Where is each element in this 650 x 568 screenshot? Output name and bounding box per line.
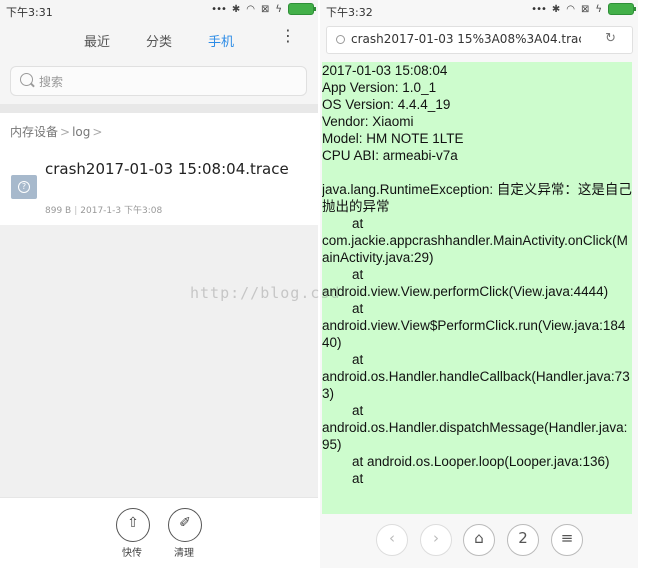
tabs-button[interactable]: 2 [507,524,539,556]
file-size: 899 B [45,206,72,216]
file-meta: 899 B | 2017-1-3 下午3:08 [45,206,163,216]
page-info-icon[interactable] [336,35,345,44]
tab-count: 2 [518,529,528,547]
menu-button[interactable]: ≡ [551,524,583,556]
menu-icon: ≡ [560,529,574,547]
battery-icon [608,3,636,15]
home-icon: ⌂ [474,529,484,547]
status-icons: ••• ✱ ◠ ⊠ ϟ [531,3,636,15]
bluetooth-icon: ✱ [231,3,241,15]
chevron-right-icon: > [92,125,103,139]
bluetooth-icon: ✱ [551,3,561,15]
signal-dots-icon: ••• [211,3,227,15]
file-list: 内存设备 > log > ? crash2017-01-03 15:08:04.tra… [0,113,318,225]
watermark: http://blog.csd [190,284,341,302]
charging-icon: ϟ [275,3,282,15]
share-button[interactable]: ⇧ [116,508,150,542]
file-name[interactable]: crash2017-01-03 15:08:04.trace [45,160,305,179]
url-text[interactable]: crash2017-01-03 15%3A08%3A04.trace [351,32,581,46]
trace-text: 2017-01-03 15:08:04 App Version: 1.0_1 O… [322,63,632,486]
status-bar: 下午3:31 ••• ✱ ◠ ⊠ ϟ [0,0,318,22]
breadcrumb: 内存设备 > log > [10,123,104,140]
broom-icon: ✐ [179,515,191,531]
charging-icon: ϟ [595,3,602,15]
wifi-icon: ◠ [566,3,575,15]
chevron-right-icon: › [433,529,439,547]
tab-bar: 最近 分类 手机 ⋮ [0,27,318,53]
empty-area [0,225,318,497]
more-menu-icon[interactable]: ⋮ [280,28,296,44]
sim-icon: ⊠ [261,3,270,15]
forward-button[interactable]: › [420,524,452,556]
sim-icon: ⊠ [581,3,590,15]
status-icons: ••• ✱ ◠ ⊠ ϟ [211,3,316,15]
search-placeholder: 搜索 [39,75,64,89]
trace-content: 2017-01-03 15:08:04 App Version: 1.0_1 O… [322,62,632,514]
bottom-toolbar: ⇧ 快传 ✐ 清理 [0,497,318,568]
file-type-icon: ? [11,175,37,199]
tab-category[interactable]: 分类 [146,31,172,50]
back-button[interactable]: ‹ [376,524,408,556]
section-divider [0,104,318,113]
battery-icon [288,3,316,15]
share-label: 快传 [122,548,142,559]
wifi-icon: ◠ [246,3,255,15]
status-time: 下午3:31 [6,6,53,19]
status-bar: 下午3:32 ••• ✱ ◠ ⊠ ϟ [320,0,638,22]
tab-phone[interactable]: 手机 [208,31,234,50]
browser-nav-bar: ‹ › ⌂ 2 ≡ [320,514,638,568]
browser-screen: 下午3:32 ••• ✱ ◠ ⊠ ϟ crash2017-01-03 15%3A… [320,0,638,568]
breadcrumb-item-storage[interactable]: 内存设备 [10,125,58,139]
clean-label: 清理 [174,548,194,559]
address-bar[interactable]: crash2017-01-03 15%3A08%3A04.trace ↻ [326,26,633,54]
share-icon: ⇧ [127,515,139,531]
clean-button[interactable]: ✐ [168,508,202,542]
status-time: 下午3:32 [326,6,373,19]
search-icon [20,73,33,86]
chevron-right-icon: > [60,125,71,139]
breadcrumb-item-log[interactable]: log [72,125,90,139]
signal-dots-icon: ••• [531,3,547,15]
search-input[interactable]: 搜索 [10,66,307,96]
chevron-left-icon: ‹ [389,529,395,547]
reload-icon[interactable]: ↻ [605,31,616,46]
home-button[interactable]: ⌂ [463,524,495,556]
tab-recent[interactable]: 最近 [84,31,110,50]
file-date: 2017-1-3 下午3:08 [80,206,163,216]
